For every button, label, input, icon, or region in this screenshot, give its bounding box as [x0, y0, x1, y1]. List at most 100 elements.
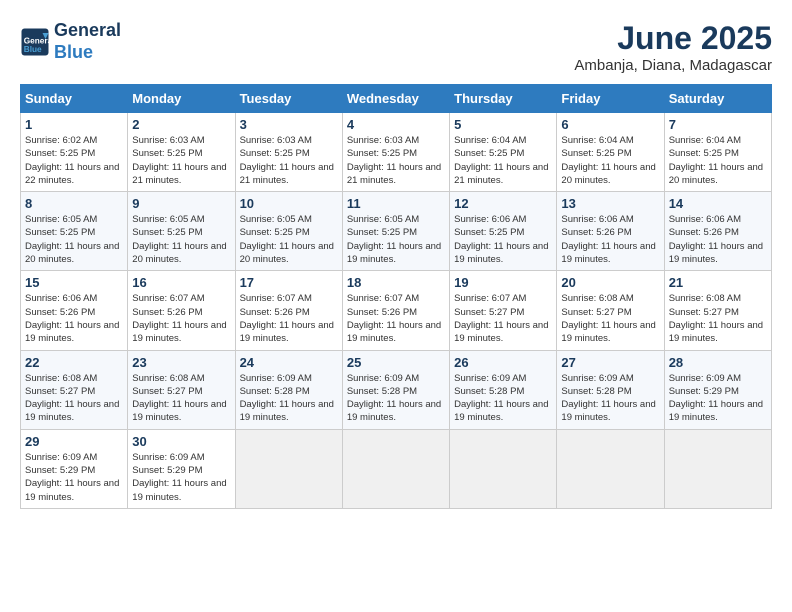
- day-number: 2: [132, 117, 230, 132]
- day-info: Sunrise: 6:09 AMSunset: 5:28 PMDaylight:…: [347, 373, 441, 424]
- day-info: Sunrise: 6:09 AMSunset: 5:29 PMDaylight:…: [669, 373, 763, 424]
- day-info: Sunrise: 6:08 AMSunset: 5:27 PMDaylight:…: [25, 373, 119, 424]
- calendar-week-5: 29 Sunrise: 6:09 AMSunset: 5:29 PMDaylig…: [21, 429, 772, 508]
- day-number: 21: [669, 275, 767, 290]
- weekday-header-sunday: Sunday: [21, 85, 128, 113]
- weekday-header-monday: Monday: [128, 85, 235, 113]
- weekday-header-row: SundayMondayTuesdayWednesdayThursdayFrid…: [21, 85, 772, 113]
- calendar-cell: 5 Sunrise: 6:04 AMSunset: 5:25 PMDayligh…: [450, 113, 557, 192]
- calendar-week-1: 1 Sunrise: 6:02 AMSunset: 5:25 PMDayligh…: [21, 113, 772, 192]
- day-number: 29: [25, 434, 123, 449]
- day-info: Sunrise: 6:08 AMSunset: 5:27 PMDaylight:…: [669, 293, 763, 344]
- day-number: 11: [347, 196, 445, 211]
- day-info: Sunrise: 6:04 AMSunset: 5:25 PMDaylight:…: [561, 135, 655, 186]
- calendar-cell: 2 Sunrise: 6:03 AMSunset: 5:25 PMDayligh…: [128, 113, 235, 192]
- month-title: June 2025: [574, 20, 772, 57]
- calendar-week-2: 8 Sunrise: 6:05 AMSunset: 5:25 PMDayligh…: [21, 192, 772, 271]
- day-number: 3: [240, 117, 338, 132]
- header: General Blue GeneralBlue June 2025 Amban…: [20, 20, 772, 74]
- weekday-header-saturday: Saturday: [664, 85, 771, 113]
- calendar-cell: 12 Sunrise: 6:06 AMSunset: 5:25 PMDaylig…: [450, 192, 557, 271]
- day-info: Sunrise: 6:04 AMSunset: 5:25 PMDaylight:…: [669, 135, 763, 186]
- day-info: Sunrise: 6:05 AMSunset: 5:25 PMDaylight:…: [240, 214, 334, 265]
- calendar-cell: 29 Sunrise: 6:09 AMSunset: 5:29 PMDaylig…: [21, 429, 128, 508]
- day-info: Sunrise: 6:05 AMSunset: 5:25 PMDaylight:…: [25, 214, 119, 265]
- calendar-cell: [342, 429, 449, 508]
- day-number: 18: [347, 275, 445, 290]
- day-info: Sunrise: 6:03 AMSunset: 5:25 PMDaylight:…: [240, 135, 334, 186]
- calendar-cell: [664, 429, 771, 508]
- title-section: June 2025 Ambanja, Diana, Madagascar: [574, 20, 772, 74]
- day-number: 9: [132, 196, 230, 211]
- calendar-cell: 22 Sunrise: 6:08 AMSunset: 5:27 PMDaylig…: [21, 350, 128, 429]
- day-info: Sunrise: 6:09 AMSunset: 5:29 PMDaylight:…: [25, 452, 119, 503]
- day-number: 30: [132, 434, 230, 449]
- calendar-cell: 20 Sunrise: 6:08 AMSunset: 5:27 PMDaylig…: [557, 271, 664, 350]
- location-title: Ambanja, Diana, Madagascar: [574, 57, 772, 74]
- day-number: 1: [25, 117, 123, 132]
- day-number: 24: [240, 355, 338, 370]
- day-info: Sunrise: 6:08 AMSunset: 5:27 PMDaylight:…: [561, 293, 655, 344]
- day-info: Sunrise: 6:04 AMSunset: 5:25 PMDaylight:…: [454, 135, 548, 186]
- calendar-cell: 17 Sunrise: 6:07 AMSunset: 5:26 PMDaylig…: [235, 271, 342, 350]
- calendar-cell: 7 Sunrise: 6:04 AMSunset: 5:25 PMDayligh…: [664, 113, 771, 192]
- day-number: 23: [132, 355, 230, 370]
- calendar-cell: 9 Sunrise: 6:05 AMSunset: 5:25 PMDayligh…: [128, 192, 235, 271]
- calendar-cell: 4 Sunrise: 6:03 AMSunset: 5:25 PMDayligh…: [342, 113, 449, 192]
- calendar-cell: 27 Sunrise: 6:09 AMSunset: 5:28 PMDaylig…: [557, 350, 664, 429]
- day-info: Sunrise: 6:09 AMSunset: 5:28 PMDaylight:…: [240, 373, 334, 424]
- weekday-header-wednesday: Wednesday: [342, 85, 449, 113]
- day-number: 14: [669, 196, 767, 211]
- day-number: 13: [561, 196, 659, 211]
- day-info: Sunrise: 6:06 AMSunset: 5:26 PMDaylight:…: [561, 214, 655, 265]
- svg-text:Blue: Blue: [24, 44, 42, 53]
- day-number: 26: [454, 355, 552, 370]
- logo-text: GeneralBlue: [54, 20, 121, 63]
- day-number: 4: [347, 117, 445, 132]
- calendar: SundayMondayTuesdayWednesdayThursdayFrid…: [20, 84, 772, 509]
- day-number: 25: [347, 355, 445, 370]
- calendar-cell: 19 Sunrise: 6:07 AMSunset: 5:27 PMDaylig…: [450, 271, 557, 350]
- calendar-week-3: 15 Sunrise: 6:06 AMSunset: 5:26 PMDaylig…: [21, 271, 772, 350]
- calendar-cell: 16 Sunrise: 6:07 AMSunset: 5:26 PMDaylig…: [128, 271, 235, 350]
- weekday-header-thursday: Thursday: [450, 85, 557, 113]
- calendar-week-4: 22 Sunrise: 6:08 AMSunset: 5:27 PMDaylig…: [21, 350, 772, 429]
- calendar-cell: [235, 429, 342, 508]
- day-info: Sunrise: 6:05 AMSunset: 5:25 PMDaylight:…: [347, 214, 441, 265]
- calendar-cell: 21 Sunrise: 6:08 AMSunset: 5:27 PMDaylig…: [664, 271, 771, 350]
- day-info: Sunrise: 6:05 AMSunset: 5:25 PMDaylight:…: [132, 214, 226, 265]
- day-number: 28: [669, 355, 767, 370]
- day-number: 15: [25, 275, 123, 290]
- calendar-cell: 11 Sunrise: 6:05 AMSunset: 5:25 PMDaylig…: [342, 192, 449, 271]
- day-info: Sunrise: 6:03 AMSunset: 5:25 PMDaylight:…: [347, 135, 441, 186]
- day-info: Sunrise: 6:09 AMSunset: 5:29 PMDaylight:…: [132, 452, 226, 503]
- calendar-cell: 1 Sunrise: 6:02 AMSunset: 5:25 PMDayligh…: [21, 113, 128, 192]
- day-info: Sunrise: 6:06 AMSunset: 5:26 PMDaylight:…: [669, 214, 763, 265]
- calendar-cell: 23 Sunrise: 6:08 AMSunset: 5:27 PMDaylig…: [128, 350, 235, 429]
- day-info: Sunrise: 6:07 AMSunset: 5:27 PMDaylight:…: [454, 293, 548, 344]
- weekday-header-friday: Friday: [557, 85, 664, 113]
- calendar-cell: 13 Sunrise: 6:06 AMSunset: 5:26 PMDaylig…: [557, 192, 664, 271]
- calendar-cell: 30 Sunrise: 6:09 AMSunset: 5:29 PMDaylig…: [128, 429, 235, 508]
- day-number: 16: [132, 275, 230, 290]
- day-info: Sunrise: 6:09 AMSunset: 5:28 PMDaylight:…: [561, 373, 655, 424]
- calendar-cell: [450, 429, 557, 508]
- logo: General Blue GeneralBlue: [20, 20, 121, 63]
- day-number: 10: [240, 196, 338, 211]
- day-info: Sunrise: 6:09 AMSunset: 5:28 PMDaylight:…: [454, 373, 548, 424]
- calendar-cell: 14 Sunrise: 6:06 AMSunset: 5:26 PMDaylig…: [664, 192, 771, 271]
- calendar-cell: [557, 429, 664, 508]
- weekday-header-tuesday: Tuesday: [235, 85, 342, 113]
- calendar-cell: 18 Sunrise: 6:07 AMSunset: 5:26 PMDaylig…: [342, 271, 449, 350]
- day-number: 7: [669, 117, 767, 132]
- calendar-cell: 6 Sunrise: 6:04 AMSunset: 5:25 PMDayligh…: [557, 113, 664, 192]
- day-number: 22: [25, 355, 123, 370]
- day-info: Sunrise: 6:02 AMSunset: 5:25 PMDaylight:…: [25, 135, 119, 186]
- calendar-cell: 26 Sunrise: 6:09 AMSunset: 5:28 PMDaylig…: [450, 350, 557, 429]
- day-info: Sunrise: 6:08 AMSunset: 5:27 PMDaylight:…: [132, 373, 226, 424]
- calendar-cell: 8 Sunrise: 6:05 AMSunset: 5:25 PMDayligh…: [21, 192, 128, 271]
- calendar-cell: 10 Sunrise: 6:05 AMSunset: 5:25 PMDaylig…: [235, 192, 342, 271]
- logo-icon: General Blue: [20, 27, 50, 57]
- calendar-cell: 15 Sunrise: 6:06 AMSunset: 5:26 PMDaylig…: [21, 271, 128, 350]
- calendar-cell: 28 Sunrise: 6:09 AMSunset: 5:29 PMDaylig…: [664, 350, 771, 429]
